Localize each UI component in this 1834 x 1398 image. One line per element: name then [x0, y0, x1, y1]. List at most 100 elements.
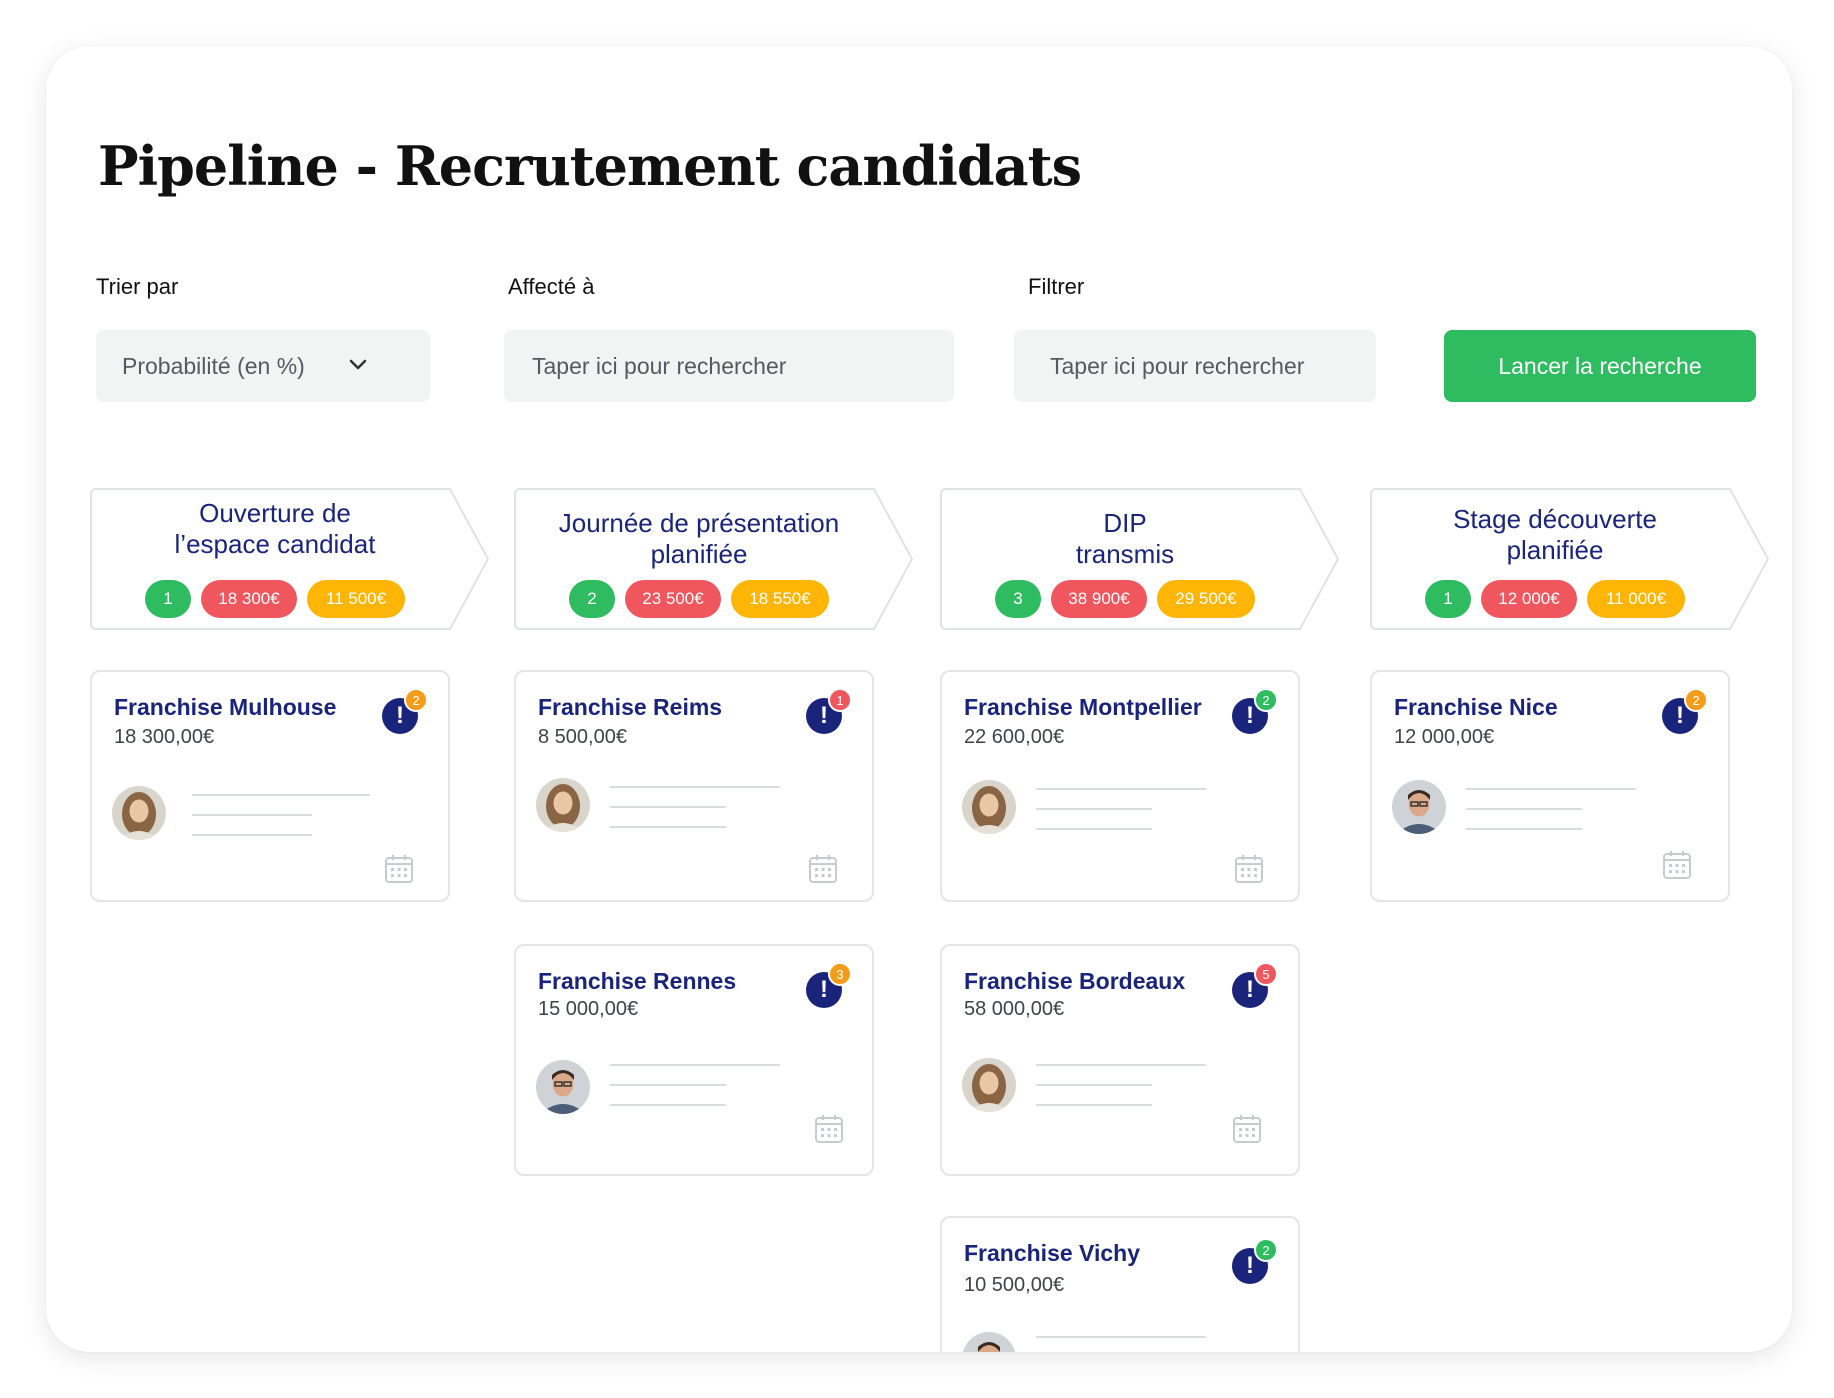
pipeline-panel: Pipeline - Recrutement candidats Trier p… — [46, 46, 1792, 1352]
woman-avatar — [962, 780, 1016, 834]
card-amount: 8 500,00€ — [538, 726, 627, 748]
candidate-card[interactable]: Franchise Nice 12 000,00€ ! 2 — [1370, 670, 1730, 902]
alert-indicator[interactable]: ! 5 — [1232, 962, 1278, 1008]
notification-count-badge: 5 — [1254, 962, 1278, 986]
card-name: Franchise Vichy — [964, 1240, 1140, 1266]
candidate-card[interactable]: Franchise Montpellier 22 600,00€ ! 2 — [940, 670, 1300, 902]
filter-search-field[interactable] — [1014, 330, 1376, 402]
alert-indicator[interactable]: ! 2 — [382, 688, 428, 734]
notification-count-badge: 1 — [828, 688, 852, 712]
stage-count-badge: 1 — [1425, 580, 1471, 618]
placeholder-line — [610, 786, 780, 788]
alert-indicator[interactable]: ! 3 — [806, 962, 852, 1008]
stage-count-badge: 3 — [995, 580, 1041, 618]
placeholder-line — [1036, 828, 1152, 830]
placeholder-line — [1036, 1084, 1152, 1086]
sort-label: Trier par — [96, 274, 179, 299]
calendar-icon[interactable] — [384, 854, 414, 884]
calendar-icon[interactable] — [808, 854, 838, 884]
placeholder-line — [610, 1084, 726, 1086]
assigned-search-input[interactable] — [530, 351, 954, 381]
woman-avatar — [536, 778, 590, 832]
alert-indicator[interactable]: ! 2 — [1232, 1238, 1278, 1284]
stage-amount-red-badge: 18 300€ — [201, 580, 297, 618]
calendar-icon[interactable] — [1232, 1114, 1262, 1144]
man-avatar — [962, 1332, 1016, 1352]
placeholder-line — [192, 794, 370, 796]
card-name: Franchise Bordeaux — [964, 968, 1186, 994]
notification-count-badge: 2 — [1254, 688, 1278, 712]
candidate-card[interactable]: Franchise Rennes 15 000,00€ ! 3 — [514, 944, 874, 1176]
assigned-label: Affecté à — [508, 274, 595, 299]
card-name: Franchise Montpellier — [964, 694, 1202, 720]
calendar-icon[interactable] — [1234, 854, 1264, 884]
assigned-search-field[interactable] — [504, 330, 954, 402]
placeholder-line — [192, 814, 312, 816]
stage-title: DIP transmis — [1075, 508, 1175, 569]
placeholder-line — [1466, 828, 1582, 830]
placeholder-line — [1036, 808, 1152, 810]
placeholder-line — [610, 806, 726, 808]
alert-indicator[interactable]: ! 2 — [1232, 688, 1278, 734]
placeholder-line — [610, 826, 726, 828]
sort-dropdown[interactable]: Probabilité (en %) — [96, 330, 430, 402]
card-name: Franchise Rennes — [538, 968, 737, 994]
stage-header-espace-candidat[interactable]: Ouverture de l’espace candidat 1 18 300€… — [90, 488, 490, 630]
candidate-card[interactable]: Franchise Mulhouse 18 300,00€ ! 2 — [90, 670, 450, 902]
stage-amount-yellow-badge: 29 500€ — [1157, 580, 1255, 618]
placeholder-line — [1036, 1064, 1206, 1066]
notification-count-badge: 2 — [1254, 1238, 1278, 1262]
stage-amount-red-badge: 12 000€ — [1481, 580, 1577, 618]
stage-amount-yellow-badge: 11 500€ — [307, 580, 405, 618]
calendar-icon[interactable] — [814, 1114, 844, 1144]
stage-header-journee-presentation[interactable]: Journée de présentation planifiée 2 23 5… — [514, 488, 914, 630]
placeholder-line — [610, 1104, 726, 1106]
sort-value: Probabilité (en %) — [122, 352, 305, 379]
placeholder-line — [1466, 788, 1636, 790]
filter-search-input[interactable] — [1048, 351, 1376, 381]
stage-header-dip-transmis[interactable]: DIP transmis 3 38 900€ 29 500€ — [940, 488, 1340, 630]
notification-count-badge: 2 — [404, 688, 428, 712]
card-amount: 10 500,00€ — [964, 1274, 1065, 1296]
candidate-card[interactable]: Franchise Reims 8 500,00€ ! 1 — [514, 670, 874, 902]
card-amount: 58 000,00€ — [964, 998, 1065, 1020]
card-name: Franchise Mulhouse — [114, 694, 337, 720]
page-title: Pipeline - Recrutement candidats — [98, 134, 1082, 198]
stage-amount-yellow-badge: 18 550€ — [731, 580, 829, 618]
placeholder-line — [1466, 808, 1582, 810]
man-avatar — [536, 1060, 590, 1114]
stage-header-stage-decouverte[interactable]: Stage découverte planifiée 1 12 000€ 11 … — [1370, 488, 1770, 630]
placeholder-line — [1036, 1104, 1152, 1106]
stage-count-badge: 2 — [569, 580, 615, 618]
calendar-icon[interactable] — [1662, 850, 1692, 880]
stage-count-badge: 1 — [145, 580, 191, 618]
notification-count-badge: 2 — [1684, 688, 1708, 712]
alert-indicator[interactable]: ! 2 — [1662, 688, 1708, 734]
filter-label: Filtrer — [1028, 274, 1085, 299]
stage-title: Ouverture de l’espace candidat — [174, 498, 376, 559]
placeholder-line — [192, 834, 312, 836]
candidate-card[interactable]: Franchise Vichy 10 500,00€ ! 2 — [940, 1216, 1300, 1352]
alert-indicator[interactable]: ! 1 — [806, 688, 852, 734]
placeholder-line — [1036, 788, 1206, 790]
stage-amount-red-badge: 38 900€ — [1051, 580, 1147, 618]
man-avatar — [1392, 780, 1446, 834]
card-amount: 18 300,00€ — [114, 726, 215, 748]
card-name: Franchise Nice — [1394, 694, 1558, 720]
card-amount: 12 000,00€ — [1394, 726, 1495, 748]
card-amount: 15 000,00€ — [538, 998, 639, 1020]
notification-count-badge: 3 — [828, 962, 852, 986]
woman-avatar — [112, 786, 166, 840]
stage-title: Journée de présentation planifiée — [558, 508, 840, 569]
woman-avatar — [962, 1058, 1016, 1112]
card-amount: 22 600,00€ — [964, 726, 1065, 748]
stage-amount-yellow-badge: 11 000€ — [1587, 580, 1685, 618]
card-name: Franchise Reims — [538, 694, 723, 720]
stage-amount-red-badge: 23 500€ — [625, 580, 721, 618]
candidate-card[interactable]: Franchise Bordeaux 58 000,00€ ! 5 — [940, 944, 1300, 1176]
stage-title: Stage découverte planifiée — [1453, 504, 1657, 565]
chevron-down-icon — [349, 359, 367, 370]
placeholder-line — [610, 1064, 780, 1066]
search-button[interactable]: Lancer la recherche — [1444, 330, 1756, 402]
placeholder-line — [1036, 1336, 1206, 1338]
